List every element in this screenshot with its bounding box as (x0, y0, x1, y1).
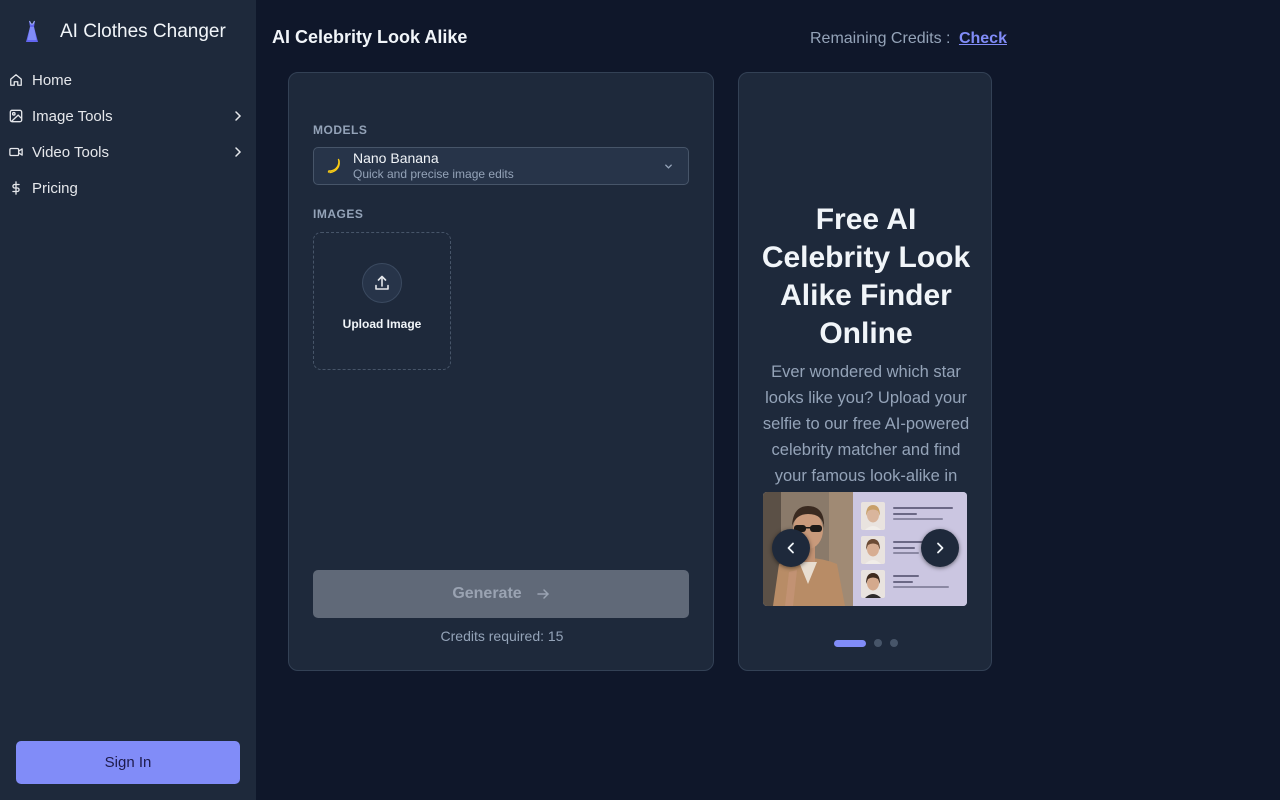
model-select[interactable]: Nano Banana Quick and precise image edit… (313, 147, 689, 185)
upload-image-label: Upload Image (342, 317, 422, 331)
chevron-right-icon (937, 542, 944, 554)
match-row (861, 570, 965, 600)
carousel-dot-1[interactable] (834, 639, 866, 647)
generator-panel: MODELS Nano Banana Quick and precise ima… (288, 72, 714, 671)
sidebar-nav: Home Image Tools Video Tools Pricing (0, 62, 256, 206)
check-credits-link[interactable]: Check (959, 30, 1007, 47)
sidebar-item-image-tools[interactable]: Image Tools (0, 98, 256, 134)
sidebar-item-label: Home (32, 71, 73, 89)
celebrity-face-image (861, 502, 885, 530)
upload-image-dropzone[interactable]: Upload Image (313, 232, 451, 370)
sidebar-item-label: Image Tools (32, 107, 113, 125)
celebrity-face-image (861, 536, 885, 564)
chevron-right-icon (235, 147, 242, 157)
match-row (861, 502, 965, 532)
generate-label: Generate (452, 585, 522, 602)
models-label: MODELS (313, 123, 368, 137)
sidebar-item-pricing[interactable]: Pricing (0, 170, 256, 206)
sidebar-item-label: Pricing (32, 179, 78, 197)
banana-icon (327, 158, 340, 174)
showcase-description: Ever wondered which star looks like you?… (762, 363, 970, 485)
model-name: Nano Banana (353, 150, 439, 166)
showcase-title: Free AI Celebrity Look Alike Finder Onli… (761, 203, 971, 350)
sidebar-item-label: Video Tools (32, 143, 110, 161)
video-icon (9, 145, 23, 159)
carousel-dot-2[interactable] (874, 639, 882, 647)
chevron-left-icon (787, 542, 794, 554)
carousel-next-button[interactable] (921, 529, 959, 567)
model-description: Quick and precise image edits (353, 167, 514, 181)
brand-name: AI Clothes Changer (60, 21, 226, 42)
carousel-prev-button[interactable] (772, 529, 810, 567)
dollar-icon (9, 181, 23, 195)
arrow-right-icon (536, 589, 549, 599)
sidebar-item-home[interactable]: Home (0, 62, 256, 98)
carousel-dot-3[interactable] (890, 639, 898, 647)
image-icon (9, 109, 23, 123)
dress-logo-icon (26, 20, 38, 42)
images-label: IMAGES (313, 207, 364, 221)
brand[interactable]: AI Clothes Changer (20, 18, 226, 46)
chevron-down-icon (665, 163, 672, 169)
sidebar: AI Clothes Changer Home Image Tools Vide… (0, 0, 256, 800)
credits-required: Credits required: 15 (440, 628, 564, 644)
celebrity-face-image (861, 570, 885, 598)
carousel-dots (739, 639, 991, 647)
sidebar-item-video-tools[interactable]: Video Tools (0, 134, 256, 170)
generate-button[interactable]: Generate (313, 570, 689, 618)
page-title: AI Celebrity Look Alike (272, 27, 468, 47)
home-icon (9, 73, 23, 87)
upload-icon (375, 275, 389, 290)
credits-label: Remaining Credits : (810, 30, 951, 47)
model-text: Nano Banana Quick and precise image edit… (353, 150, 663, 182)
showcase-card: Free AI Celebrity Look Alike Finder Onli… (738, 72, 992, 671)
remaining-credits: Remaining Credits : Check (810, 30, 1007, 48)
sign-in-button[interactable]: Sign In (16, 741, 240, 784)
upload-icon-wrap (362, 263, 402, 303)
chevron-right-icon (235, 111, 242, 121)
